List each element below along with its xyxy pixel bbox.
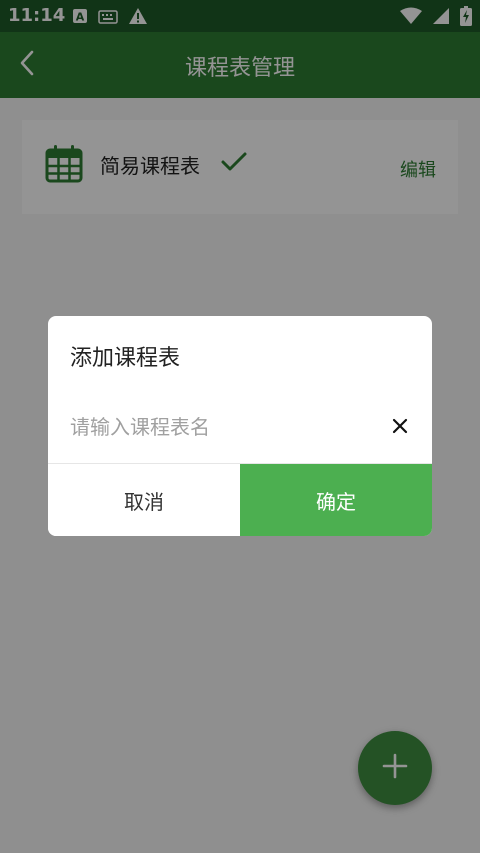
add-schedule-dialog: 添加课程表 取消 确定 (48, 316, 432, 536)
schedule-name-input[interactable] (70, 410, 370, 444)
screen: 11:14 A 课程表管理 简易课程表 编辑 添加课程表 请输入课程表名 取消 … (0, 0, 480, 853)
dialog-title: 添加课程表 (70, 346, 181, 371)
clear-input-button[interactable] (388, 416, 412, 440)
confirm-button[interactable]: 确定 (240, 464, 432, 536)
cancel-button[interactable]: 取消 (48, 464, 240, 536)
dialog-scrim-top (0, 0, 480, 98)
close-icon (392, 418, 408, 438)
